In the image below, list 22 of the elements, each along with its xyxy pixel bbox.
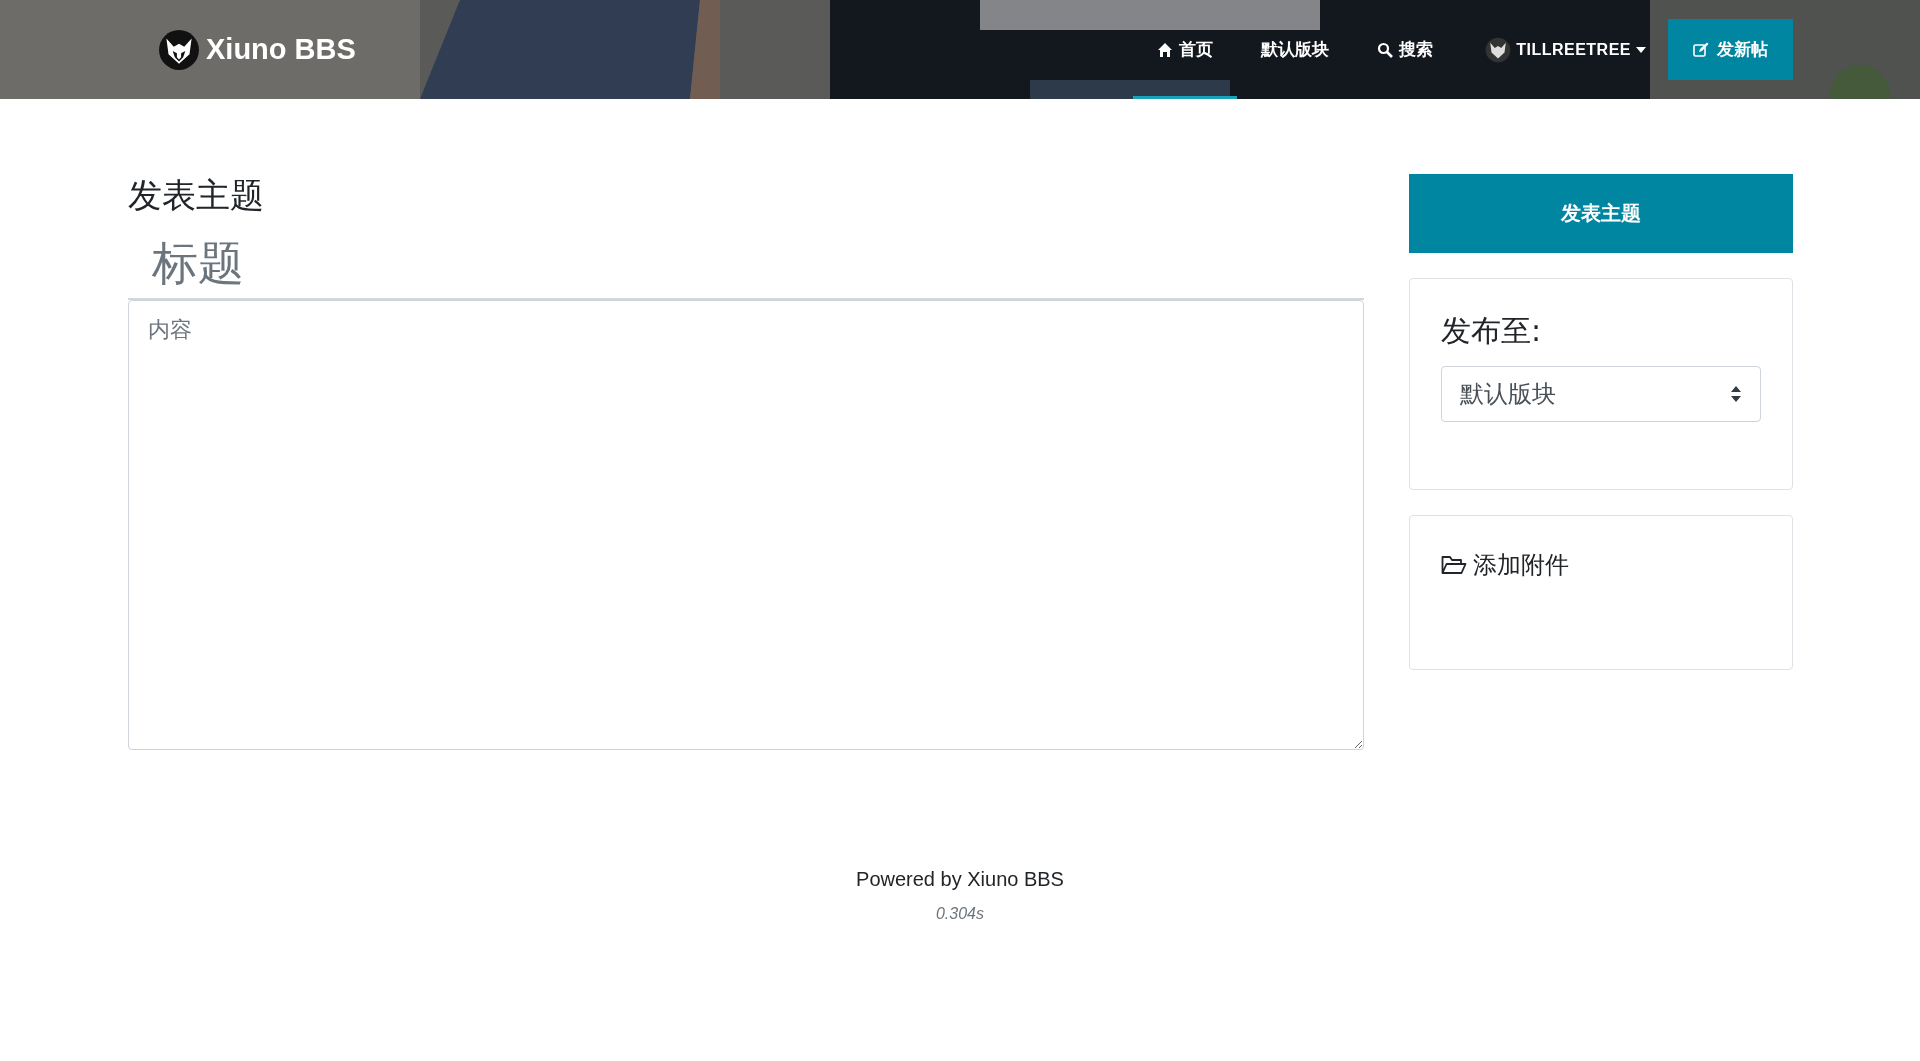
submit-button[interactable]: 发表主题: [1409, 174, 1793, 253]
page-heading: 发表主题: [128, 174, 265, 216]
nav-link[interactable]: 搜索: [1353, 0, 1458, 99]
user-menu[interactable]: TILLREETREE: [1457, 36, 1668, 63]
avatar-icon: [1485, 36, 1512, 63]
forum-select[interactable]: 默认版块: [1441, 366, 1761, 422]
publish-label: 发布至:: [1441, 312, 1542, 350]
nav-link[interactable]: 首页: [1133, 0, 1238, 99]
add-attachment-link[interactable]: 添加附件: [1441, 549, 1569, 581]
render-time: 0.304s: [935, 905, 984, 923]
caret-icon: [1636, 46, 1646, 53]
folder-icon: [1441, 554, 1467, 576]
search-icon: [1377, 41, 1394, 58]
site-logo-text[interactable]: Xiuno BBS: [206, 33, 356, 66]
logo-icon: [158, 28, 200, 71]
updown-icon: [1730, 385, 1742, 403]
home-icon: [1157, 41, 1174, 58]
nav-link[interactable]: 默认版块: [1237, 0, 1354, 99]
content-field[interactable]: 内容: [128, 300, 1364, 750]
powered-by-text: Powered by Xiuno BBS: [856, 868, 1064, 891]
edit-icon: [1693, 41, 1709, 58]
new-post-button[interactable]: 发新帖: [1668, 19, 1793, 80]
